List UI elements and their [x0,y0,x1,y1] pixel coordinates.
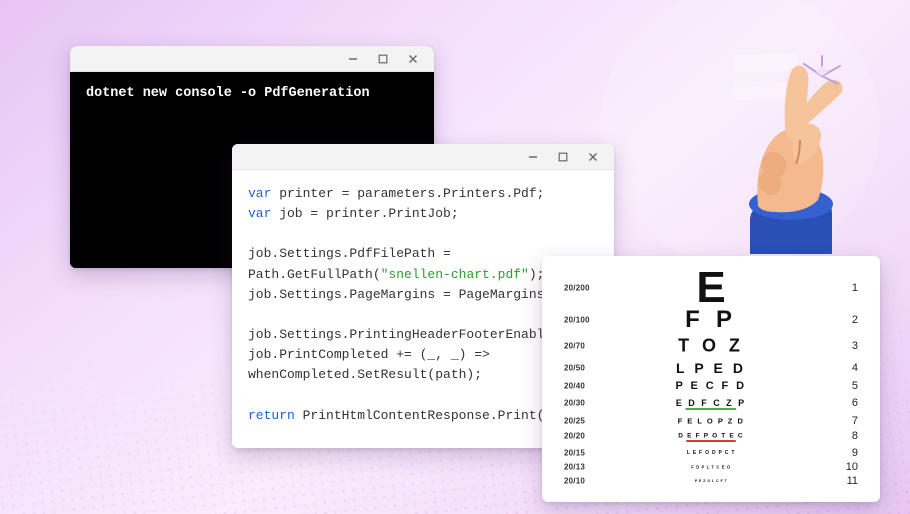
minimize-button[interactable] [338,48,368,70]
code-token: "snellen-chart.pdf" [381,267,529,282]
code-token: printer = parameters.Printers.Pdf; [271,186,544,201]
titlebar [70,46,434,72]
snellen-row-letters: E D F C Z P [542,398,880,408]
row-number: 4 [852,362,858,374]
snellen-row-letters: L E F O D P C T [542,450,880,456]
maximize-button[interactable] [368,48,398,70]
code-token: var [248,206,271,221]
code-token: PrintHtmlContentResponse.Print(p [295,408,552,423]
maximize-button[interactable] [548,146,578,168]
snellen-row-letters: F E L O P Z D [542,417,880,426]
minimize-button[interactable] [518,146,548,168]
snellen-row-letters: P E C F D [542,380,880,392]
code-token: var [248,186,271,201]
row-number: 11 [847,475,858,487]
code-token: job = printer.PrintJob; [271,206,458,221]
snellen-row-letters: T O Z [542,336,880,357]
snellen-row-letters: L P E D [542,360,880,376]
red-rule [686,440,736,442]
close-button[interactable] [578,146,608,168]
code-token: job.PrintCompleted += (_, _) => [248,347,490,362]
snellen-chart-card: 20/200E120/100F P220/70T O Z320/50L P E … [542,256,880,502]
row-number: 9 [852,447,858,459]
close-button[interactable] [398,48,428,70]
row-number: 8 [852,430,858,442]
titlebar [232,144,614,170]
snellen-row-letters: D E F P O T E C [542,433,880,440]
terminal-command: dotnet new console -o PdfGeneration [86,86,370,101]
row-number: 2 [852,314,858,326]
snellen-row-letters: F P [542,306,880,334]
snellen-row-letters: P E Z O L C F T [542,479,880,483]
code-token: job.Settings.PrintingHeaderFooterEnable [248,327,552,342]
row-number: 6 [852,397,858,409]
row-number: 7 [852,415,858,427]
code-token: job.Settings.PdfFilePath = [248,246,451,261]
snap-hand-illustration [704,44,854,254]
hero-illustration: dotnet new console -o PdfGeneration var … [0,0,910,514]
code-token: Path.GetFullPath( [248,267,381,282]
code-token: return [248,408,295,423]
row-number: 10 [846,461,858,473]
row-number: 1 [852,282,858,294]
row-number: 3 [852,340,858,352]
row-number: 5 [852,380,858,392]
code-token: job.Settings.PageMargins = PageMargins. [248,287,552,302]
code-token: whenCompleted.SetResult(path); [248,367,482,382]
snellen-row-letters: F D P L T C E O [542,465,880,470]
snellen-chart: 20/200E120/100F P220/70T O Z320/50L P E … [542,256,880,502]
green-rule [685,408,736,410]
